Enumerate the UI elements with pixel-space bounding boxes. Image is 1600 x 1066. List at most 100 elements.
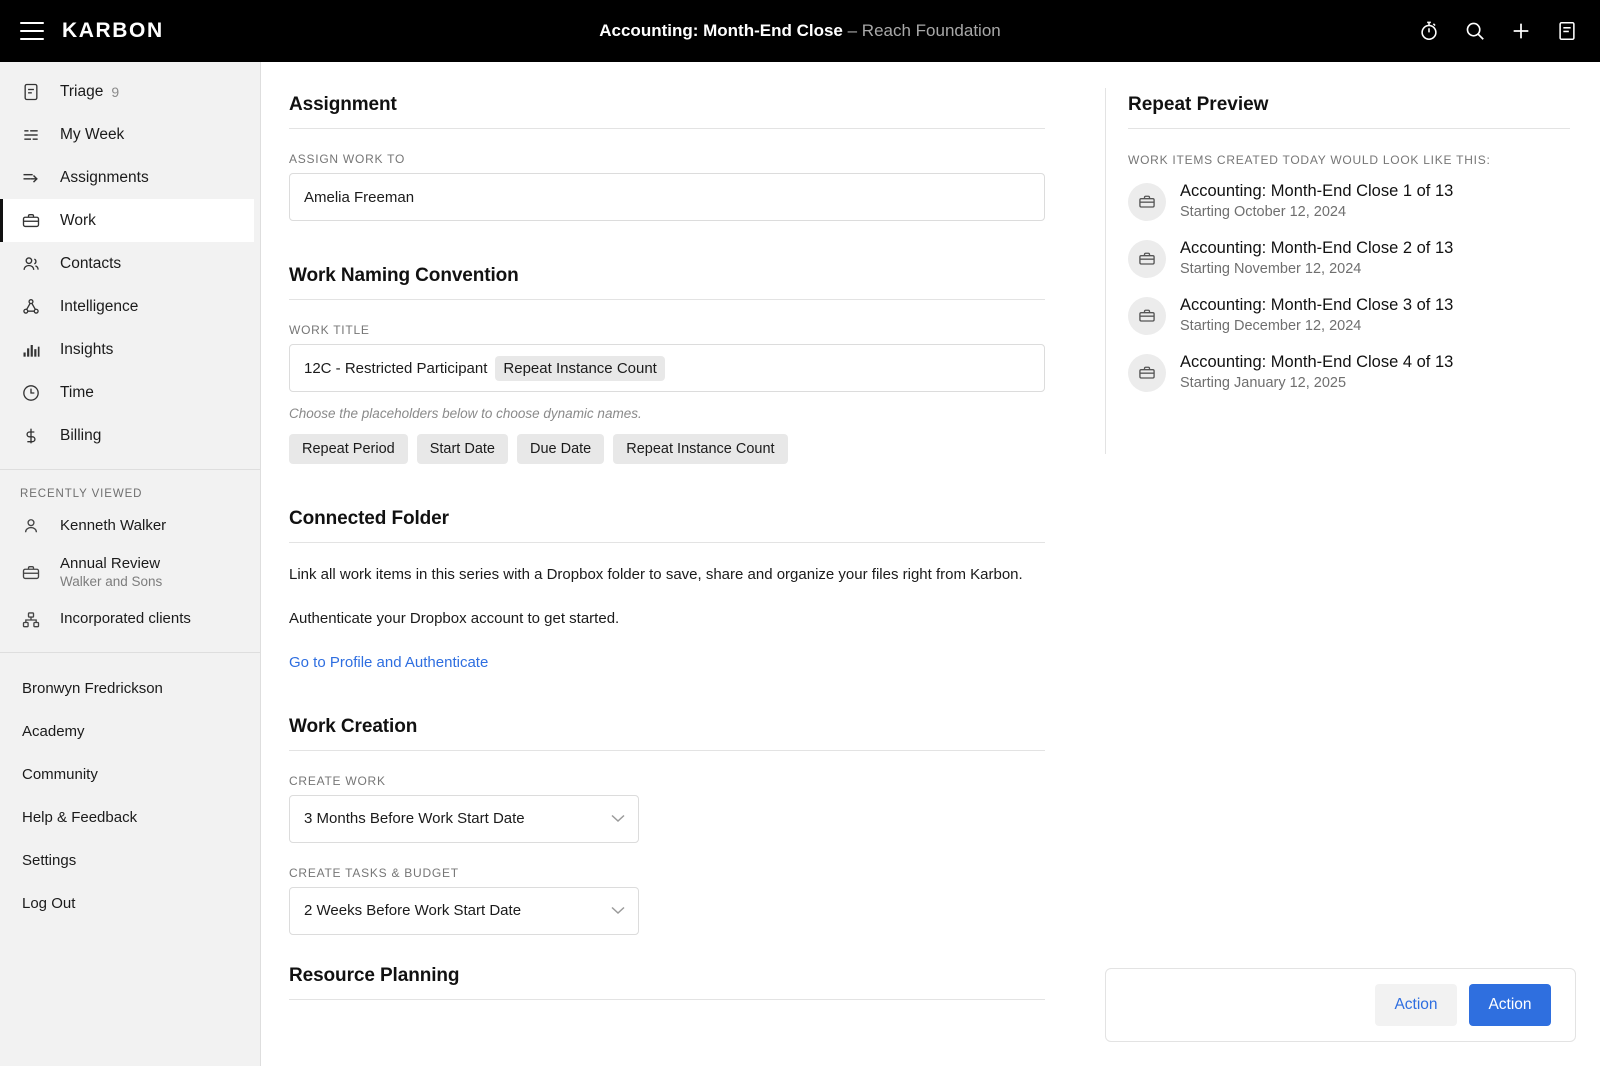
sidebar-item-label: Intelligence (60, 298, 138, 316)
sidebar-item-contacts[interactable]: Contacts (0, 242, 260, 285)
list-item-title: Accounting: Month-End Close 2 of 13 (1180, 238, 1453, 259)
list-item[interactable]: Accounting: Month-End Close 1 of 13 Star… (1128, 181, 1570, 221)
sidebar-item-academy[interactable]: Academy (0, 710, 260, 753)
sidebar-item-community[interactable]: Community (0, 753, 260, 796)
sidebar-nav: Triage 9 My Week Assignments (0, 62, 260, 457)
hamburger-icon[interactable] (20, 22, 44, 40)
app-brand: KARBON (62, 19, 164, 43)
search-icon[interactable] (1464, 20, 1486, 42)
list-item-text: Incorporated clients (60, 610, 191, 629)
secondary-action-button[interactable]: Action (1375, 984, 1457, 1026)
section-divider (289, 299, 1045, 300)
list-item[interactable]: Accounting: Month-End Close 2 of 13 Star… (1128, 238, 1570, 278)
placeholder-hint: Choose the placeholders below to choose … (289, 406, 1045, 421)
assignment-section: Assignment ASSIGN WORK TO Amelia Freeman (289, 94, 1045, 221)
work-naming-section-title: Work Naming Convention (289, 265, 1045, 287)
section-divider (1128, 128, 1570, 129)
work-title-token-chip[interactable]: Repeat Instance Count (495, 356, 664, 381)
list-item-title: Incorporated clients (60, 610, 191, 629)
placeholder-chip-due-date[interactable]: Due Date (517, 434, 604, 464)
sidebar-item-label: Billing (60, 427, 101, 445)
list-item[interactable]: Incorporated clients (0, 600, 260, 640)
repeat-preview-caption: WORK ITEMS CREATED TODAY WOULD LOOK LIKE… (1128, 153, 1570, 167)
top-bar: KARBON Accounting: Month-End Close – Rea… (0, 0, 1600, 62)
my-week-icon (20, 124, 42, 146)
list-item-text: Accounting: Month-End Close 2 of 13 Star… (1180, 238, 1453, 277)
list-item-title: Accounting: Month-End Close 4 of 13 (1180, 352, 1453, 373)
create-tasks-budget-label: CREATE TASKS & BUDGET (289, 866, 1045, 880)
list-item[interactable]: Kenneth Walker (0, 506, 260, 546)
list-item[interactable]: Annual Review Walker and Sons (0, 546, 260, 600)
sidebar-item-user-profile[interactable]: Bronwyn Fredrickson (0, 667, 260, 710)
sidebar-item-billing[interactable]: Billing (0, 414, 260, 457)
list-item-subtitle: Starting December 12, 2024 (1180, 318, 1453, 334)
list-item-title: Accounting: Month-End Close 3 of 13 (1180, 295, 1453, 316)
primary-action-button[interactable]: Action (1469, 984, 1551, 1026)
sidebar-item-work[interactable]: Work (0, 199, 254, 242)
sidebar-item-time[interactable]: Time (0, 371, 260, 414)
person-icon (20, 515, 42, 537)
list-item-text: Accounting: Month-End Close 4 of 13 Star… (1180, 352, 1453, 391)
briefcase-icon (20, 562, 42, 584)
connected-folder-paragraph-1: Link all work items in this series with … (289, 563, 1045, 587)
placeholder-chip-repeat-instance-count[interactable]: Repeat Instance Count (613, 434, 787, 464)
resource-planning-section: Resource Planning (289, 965, 1045, 1000)
work-title-label: WORK TITLE (289, 323, 1045, 337)
notes-icon[interactable] (1556, 20, 1578, 42)
list-item-title: Accounting: Month-End Close 1 of 13 (1180, 181, 1453, 202)
list-item-subtitle: Starting October 12, 2024 (1180, 204, 1453, 220)
recently-viewed-label: RECENTLY VIEWED (0, 470, 260, 506)
assign-work-to-value: Amelia Freeman (304, 189, 414, 206)
chevron-down-icon (611, 905, 625, 917)
sidebar-item-label: Insights (60, 341, 113, 359)
sidebar-item-triage[interactable]: Triage 9 (0, 70, 260, 113)
list-item-text: Kenneth Walker (60, 517, 166, 536)
sidebar-item-insights[interactable]: Insights (0, 328, 260, 371)
briefcase-icon (1128, 297, 1166, 335)
triage-icon (20, 81, 42, 103)
sidebar-item-label: My Week (60, 126, 124, 144)
work-title-input[interactable]: 12C - Restricted Participant Repeat Inst… (289, 344, 1045, 392)
sidebar-item-intelligence[interactable]: Intelligence (0, 285, 260, 328)
sidebar-item-label: Time (60, 384, 94, 402)
connected-folder-section: Connected Folder Link all work items in … (289, 508, 1045, 672)
connected-folder-section-title: Connected Folder (289, 508, 1045, 530)
list-item-subtitle: Starting November 12, 2024 (1180, 261, 1453, 277)
panel-vertical-divider (1105, 88, 1106, 454)
sidebar-item-log-out[interactable]: Log Out (0, 882, 260, 925)
sidebar-item-settings[interactable]: Settings (0, 839, 260, 882)
assign-work-to-input[interactable]: Amelia Freeman (289, 173, 1045, 221)
resource-planning-section-title: Resource Planning (289, 965, 1045, 987)
action-bar: Action Action (1105, 968, 1576, 1042)
authenticate-link[interactable]: Go to Profile and Authenticate (289, 654, 488, 671)
repeat-preview-panel: Repeat Preview WORK ITEMS CREATED TODAY … (1105, 62, 1600, 1066)
placeholder-chip-start-date[interactable]: Start Date (417, 434, 508, 464)
connected-folder-paragraph-2: Authenticate your Dropbox account to get… (289, 607, 1045, 631)
org-icon (20, 609, 42, 631)
sidebar-item-assignments[interactable]: Assignments (0, 156, 260, 199)
timer-icon[interactable] (1418, 20, 1440, 42)
create-tasks-budget-value: 2 Weeks Before Work Start Date (304, 902, 521, 919)
list-item[interactable]: Accounting: Month-End Close 3 of 13 Star… (1128, 295, 1570, 335)
spacer (289, 935, 1045, 965)
sidebar-item-help-feedback[interactable]: Help & Feedback (0, 796, 260, 839)
create-work-select[interactable]: 3 Months Before Work Start Date (289, 795, 639, 843)
list-item[interactable]: Accounting: Month-End Close 4 of 13 Star… (1128, 352, 1570, 392)
briefcase-icon (1128, 240, 1166, 278)
page-title: Accounting: Month-End Close – Reach Foun… (0, 21, 1600, 41)
list-item-subtitle: Walker and Sons (60, 574, 162, 591)
sidebar-item-label: Work (60, 212, 96, 230)
triage-badge: 9 (111, 84, 119, 100)
create-work-value: 3 Months Before Work Start Date (304, 810, 525, 827)
page-title-sub: – Reach Foundation (843, 21, 1001, 40)
insights-icon (20, 339, 42, 361)
create-tasks-budget-select[interactable]: 2 Weeks Before Work Start Date (289, 887, 639, 935)
plus-icon[interactable] (1510, 20, 1532, 42)
recently-viewed-list: Kenneth Walker Annual Review Walker and … (0, 506, 260, 640)
sidebar-item-label: Assignments (60, 169, 149, 187)
placeholder-chip-repeat-period[interactable]: Repeat Period (289, 434, 408, 464)
sidebar-item-my-week[interactable]: My Week (0, 113, 260, 156)
create-work-label: CREATE WORK (289, 774, 1045, 788)
repeat-preview-list: Accounting: Month-End Close 1 of 13 Star… (1128, 181, 1570, 392)
main-content: Assignment ASSIGN WORK TO Amelia Freeman… (262, 62, 1105, 1066)
